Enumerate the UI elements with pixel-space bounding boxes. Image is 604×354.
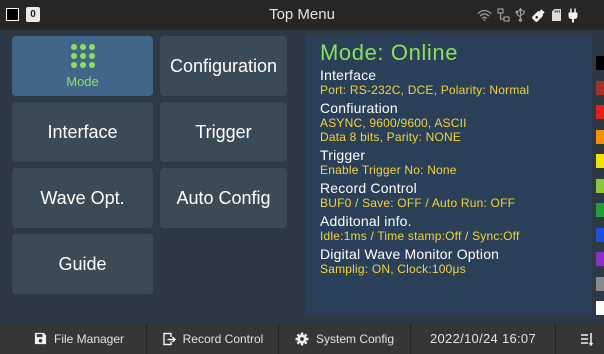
tab-label: System Config <box>315 331 395 346</box>
menu-button-label: Wave Opt. <box>40 187 125 208</box>
usb-memory-icon <box>531 8 546 23</box>
info-section-heading: Digital Wave Monitor Option <box>320 246 500 262</box>
menu-button-wave-opt[interactable]: Wave Opt. <box>12 168 153 228</box>
menu-button-label: Auto Config <box>176 187 271 208</box>
file-export-icon <box>162 332 176 346</box>
color-swatch <box>596 203 604 217</box>
menu-button-configuration[interactable]: Configuration <box>160 36 287 96</box>
info-section-digital-wave-monitor: Digital Wave Monitor Option Samplig: ON,… <box>320 246 592 276</box>
info-section-value: BUF0 / Save: OFF / Auto Run: OFF <box>320 196 516 210</box>
menu-button-label: Configuration <box>169 55 278 76</box>
bottom-toolbar: File Manager Record Control System Confi… <box>0 323 604 354</box>
menu-button-auto-config[interactable]: Auto Config <box>160 168 287 228</box>
color-swatch <box>596 154 604 168</box>
color-swatch <box>596 129 604 144</box>
color-swatch <box>596 178 604 193</box>
top-status-bar: 0 Top Menu <box>0 0 604 30</box>
power-plug-icon <box>567 8 579 23</box>
system-status-icons <box>477 0 579 30</box>
color-swatch <box>596 227 604 242</box>
menu-button-label: Guide <box>58 253 107 274</box>
menu-button-label: Interface <box>47 121 118 142</box>
color-swatch <box>596 252 604 266</box>
menu-button-trigger[interactable]: Trigger <box>160 102 287 162</box>
menu-button-label: Trigger <box>195 121 252 142</box>
info-section-record-control: Record Control BUF0 / Save: OFF / Auto R… <box>320 180 592 210</box>
menu-button-guide[interactable]: Guide <box>12 234 153 294</box>
info-section-heading: Record Control <box>320 180 417 196</box>
info-section-heading: Additonal info. <box>320 213 412 229</box>
system-config-button[interactable]: System Config <box>279 323 411 354</box>
info-section-heading: Confiuration <box>320 100 398 116</box>
color-swatch <box>596 276 604 291</box>
color-swatch <box>596 56 604 70</box>
floppy-disk-icon <box>34 332 47 345</box>
info-section-heading: Trigger <box>320 147 366 163</box>
info-section-value: Data 8 bits, Parity: NONE <box>320 130 462 144</box>
file-manager-button[interactable]: File Manager <box>12 323 147 354</box>
menu-icon[interactable] <box>580 331 594 347</box>
color-code-strip <box>596 56 604 326</box>
color-swatch <box>596 301 604 315</box>
wifi-icon <box>477 9 492 21</box>
info-section-trigger: Trigger Enable Trigger No: None <box>320 147 592 177</box>
info-section-value: Samplig: ON, Clock:100μs <box>320 262 466 276</box>
color-swatch <box>596 80 604 95</box>
tab-label: File Manager <box>53 331 125 346</box>
menu-button-label: Mode <box>66 73 99 89</box>
network-icon <box>497 8 510 22</box>
info-section-interface: Interface Port: RS-232C, DCE, Polarity: … <box>320 67 592 97</box>
color-swatch <box>596 105 604 119</box>
usb-icon <box>515 8 526 22</box>
info-section-value: ASYNC, 9600/9600, ASCII <box>320 116 467 130</box>
grid-dots-icon <box>70 43 95 68</box>
counter-badge: 0 <box>26 7 40 22</box>
info-section-value: Idle:1ms / Time stamp:Off / Sync:Off <box>320 229 520 243</box>
window-title: Top Menu <box>269 6 335 23</box>
stop-square-icon <box>6 8 19 21</box>
info-section-additional-info: Additonal info. Idle:1ms / Time stamp:Of… <box>320 213 592 243</box>
tab-label: Record Control <box>182 331 264 346</box>
info-section-value: Enable Trigger No: None <box>320 163 457 177</box>
datetime-display: 2022/10/24 16:07 <box>411 323 556 354</box>
info-title: Mode: Online <box>320 40 459 65</box>
menu-button-mode[interactable]: Mode <box>12 36 153 96</box>
info-section-configuration: Confiuration ASYNC, 9600/9600, ASCII Dat… <box>320 100 592 144</box>
sd-card-icon <box>551 8 562 22</box>
info-section-value: Port: RS-232C, DCE, Polarity: Normal <box>320 83 530 97</box>
mode-info-panel: Mode: Online Interface Port: RS-232C, DC… <box>306 35 592 315</box>
info-section-heading: Interface <box>320 67 377 83</box>
gear-icon <box>295 332 309 346</box>
menu-button-interface[interactable]: Interface <box>12 102 153 162</box>
record-control-button[interactable]: Record Control <box>147 323 279 354</box>
